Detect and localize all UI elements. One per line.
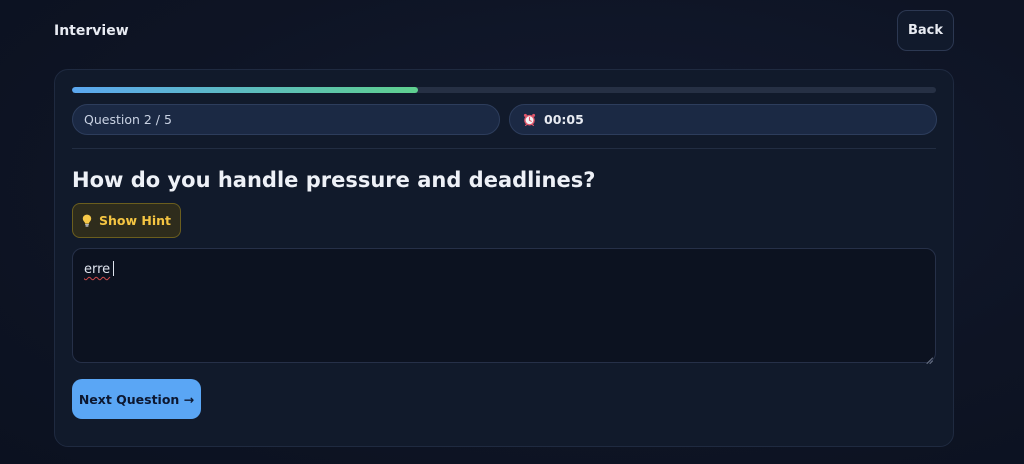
text-caret bbox=[113, 261, 115, 276]
question-text: How do you handle pressure and deadlines… bbox=[72, 168, 596, 192]
show-hint-button[interactable]: Show Hint bbox=[72, 203, 181, 238]
timer-badge: 00:05 bbox=[509, 104, 937, 135]
divider bbox=[72, 148, 936, 149]
answer-textarea[interactable]: erre bbox=[72, 248, 936, 364]
resize-handle-icon[interactable] bbox=[926, 353, 933, 364]
page-title: Interview bbox=[54, 23, 129, 39]
timer-value: 00:05 bbox=[544, 112, 584, 127]
progress-bar-fill bbox=[72, 87, 418, 93]
answer-text: erre bbox=[84, 262, 111, 277]
interview-page: Interview Back Question 2 / 5 00:05 How … bbox=[0, 0, 1024, 464]
alarm-clock-icon bbox=[523, 113, 536, 127]
back-button[interactable]: Back bbox=[897, 10, 954, 51]
next-question-button[interactable]: Next Question → bbox=[72, 379, 201, 419]
question-counter-label: Question 2 / 5 bbox=[84, 112, 172, 127]
interview-card: Question 2 / 5 00:05 How do you handle p… bbox=[54, 69, 954, 447]
question-counter-badge: Question 2 / 5 bbox=[72, 104, 500, 135]
show-hint-label: Show Hint bbox=[98, 213, 171, 228]
lightbulb-icon bbox=[82, 214, 92, 227]
progress-bar bbox=[72, 87, 936, 93]
